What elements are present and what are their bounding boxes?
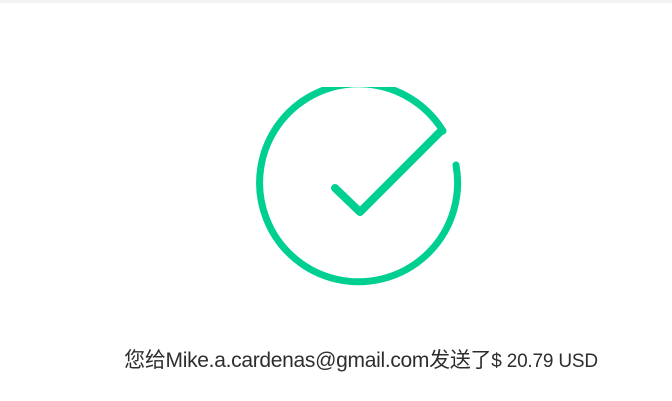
top-divider (0, 0, 672, 3)
confirmation-suffix: 发送了 (429, 349, 492, 372)
payment-confirmation-message: 您给Mike.a.cardenas@gmail.com发送了$ 20.79 US… (0, 345, 672, 378)
recipient-email: Mike.a.cardenas@gmail.com (165, 349, 430, 372)
payment-amount: $ 20.79 USD (491, 351, 598, 372)
success-circle (256, 87, 462, 286)
checkmark-circle-icon (256, 87, 462, 286)
checkmark (331, 127, 445, 216)
confirmation-prefix: 您给 (124, 349, 166, 372)
